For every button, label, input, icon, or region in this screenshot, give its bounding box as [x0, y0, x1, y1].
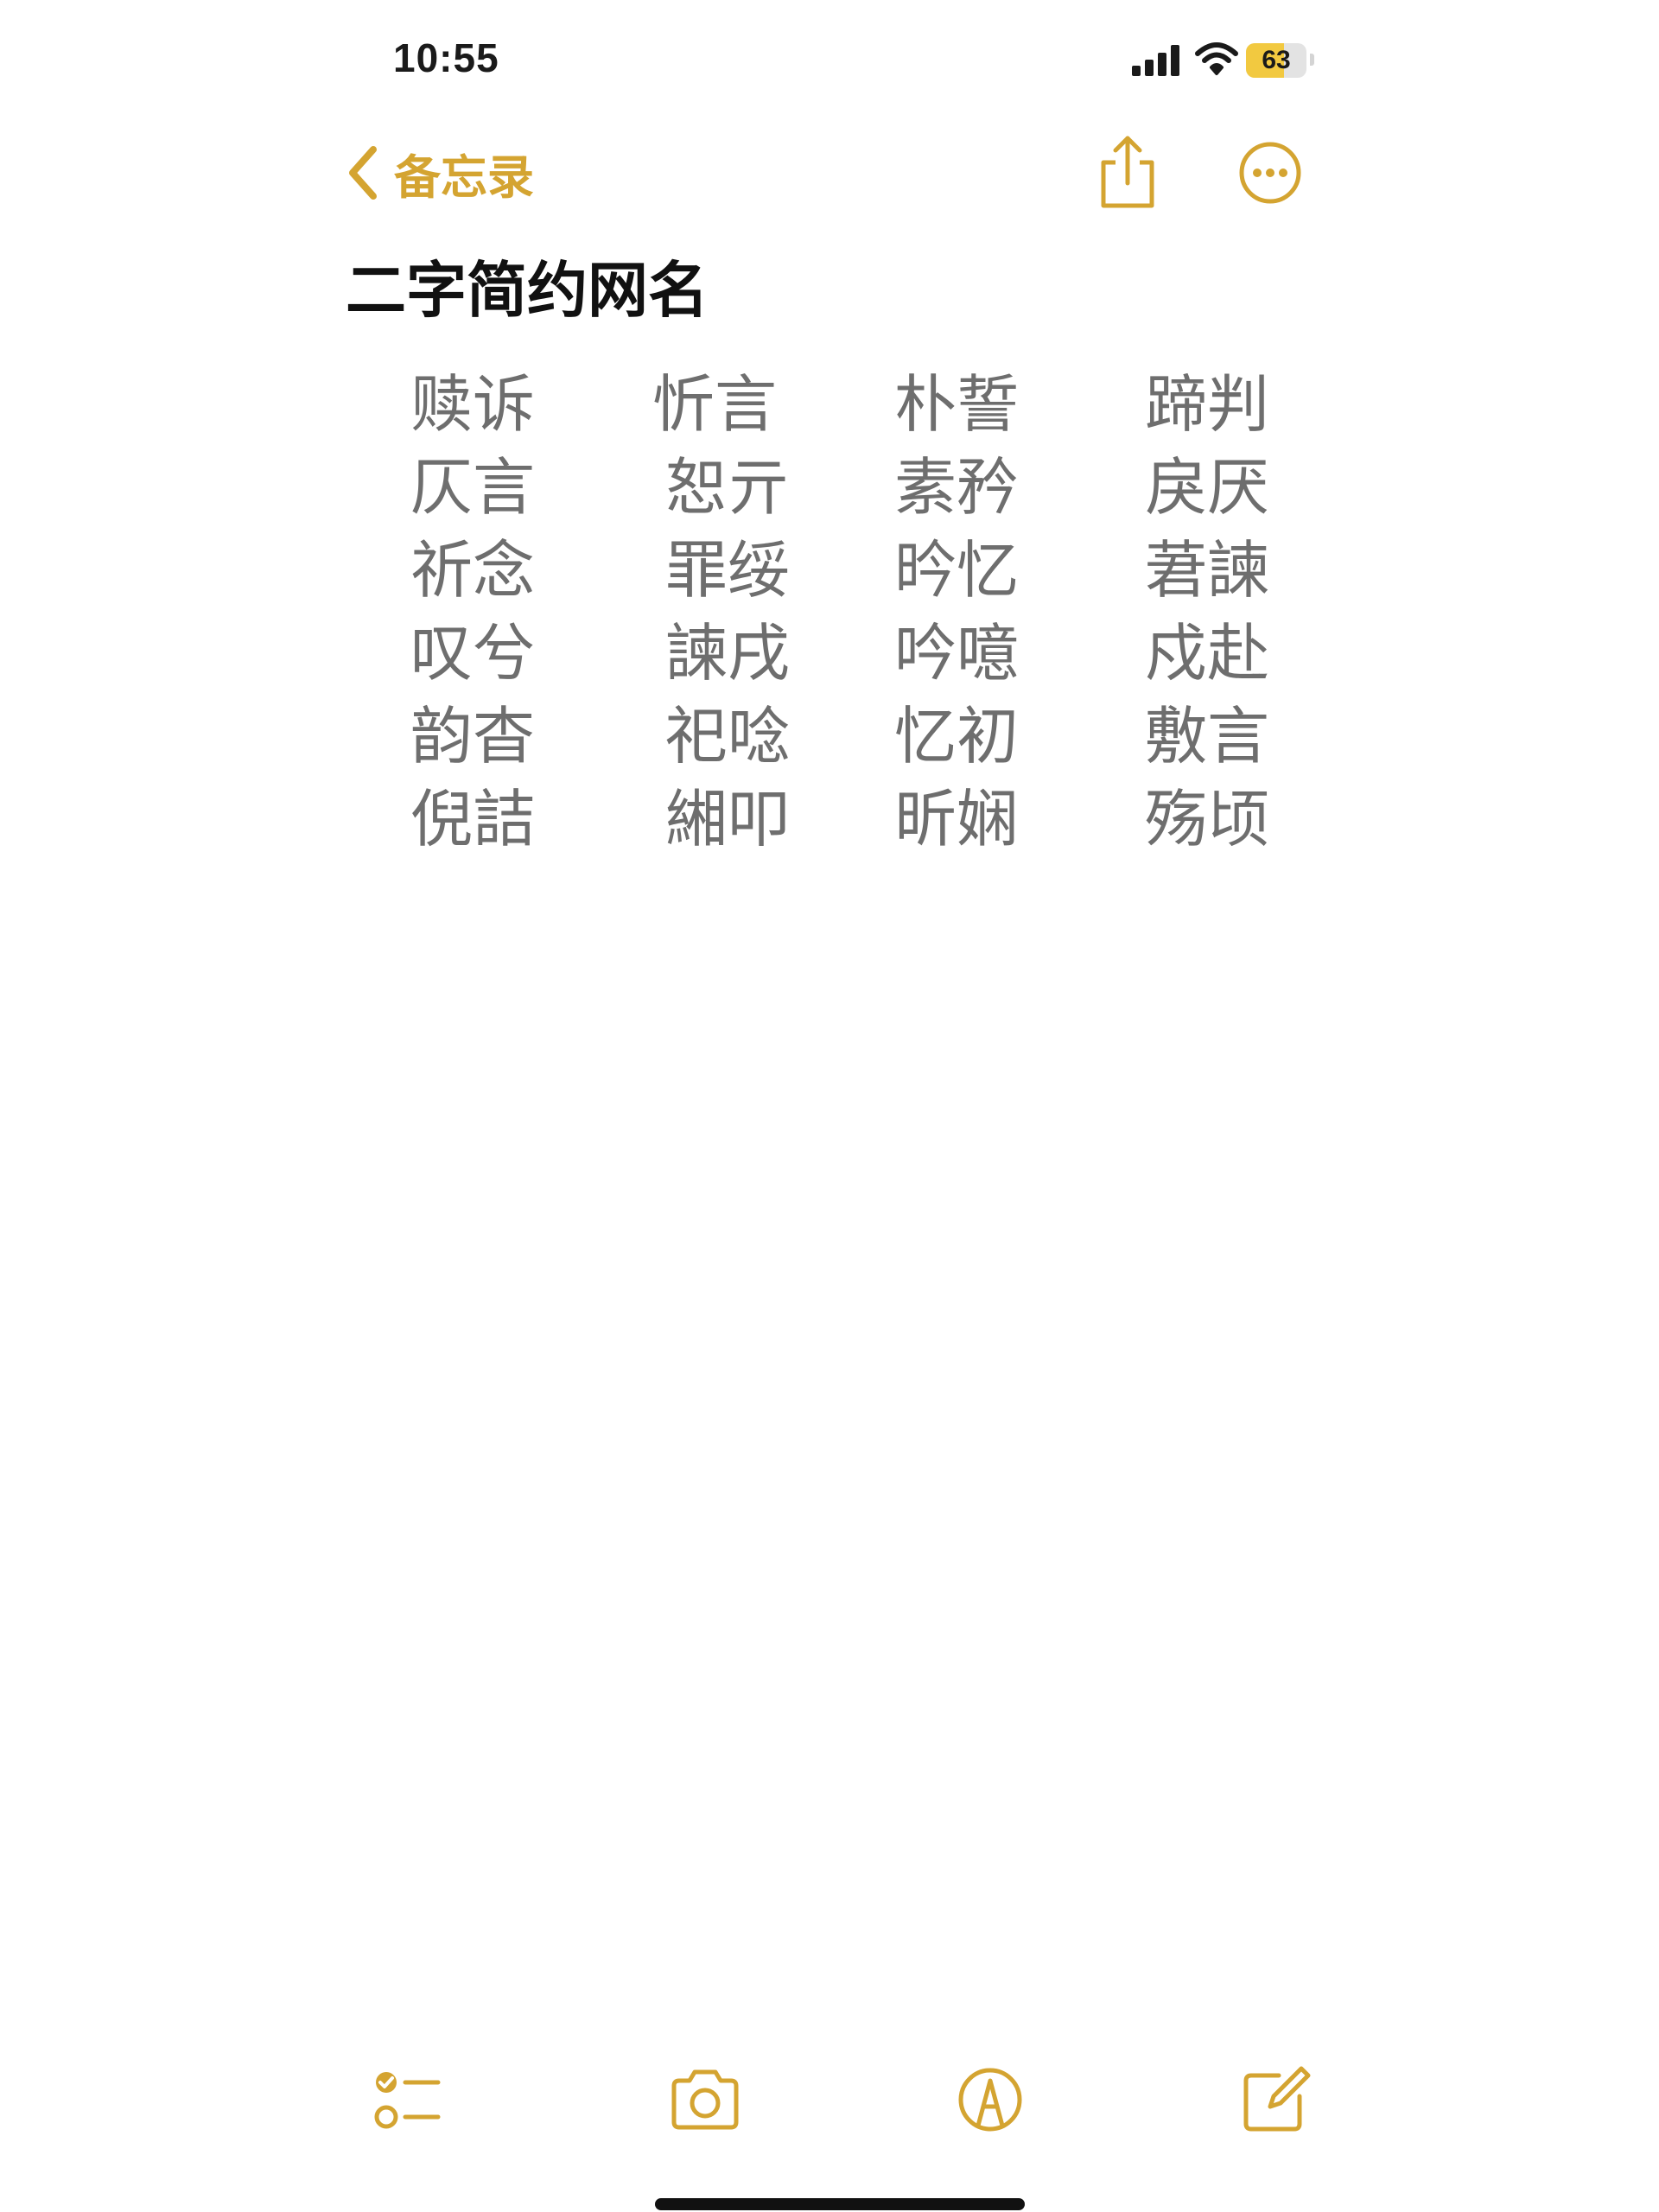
chevron-left-icon	[349, 146, 377, 200]
name-row: 赎诉 忻言 朴誓 蹄判	[406, 363, 1357, 446]
name-cell: 忻言	[652, 368, 778, 441]
home-indicator[interactable]	[655, 2198, 1025, 2210]
back-button[interactable]: 备忘录	[346, 138, 534, 207]
name-cell: 昑忆	[894, 534, 1020, 607]
name-cell: 戍赴	[1145, 617, 1270, 690]
name-cell: 蹄判	[1145, 368, 1270, 441]
name-row: 仄言 恕亓 素矜 戾厌	[406, 446, 1357, 529]
nav-bar: 备忘录	[0, 121, 1659, 233]
compose-button[interactable]	[1236, 2060, 1315, 2139]
note-title[interactable]: 二字简约网名	[346, 242, 709, 329]
name-row: 叹兮 諫戌 吟噫 戍赴	[406, 612, 1357, 695]
name-cell: 莙諫	[1145, 534, 1270, 607]
battery-tip	[1310, 54, 1314, 66]
name-cell: 罪绥	[665, 534, 791, 607]
more-icon	[1239, 142, 1301, 204]
name-cell: 赎诉	[410, 368, 536, 441]
markup-icon	[958, 2068, 1022, 2132]
camera-icon	[671, 2069, 739, 2130]
battery-level: 63	[1262, 46, 1291, 74]
share-icon	[1101, 136, 1154, 208]
share-button[interactable]	[1093, 133, 1162, 211]
more-button[interactable]	[1236, 138, 1305, 207]
battery-icon: 63	[1246, 43, 1306, 78]
name-cell: 吟噫	[894, 617, 1020, 690]
name-row: 祈念 罪绥 昑忆 莙諫	[406, 529, 1357, 612]
status-bar: 10:55 63	[0, 0, 1659, 121]
name-cell: 仄言	[410, 451, 536, 524]
checklist-button[interactable]	[367, 2060, 447, 2139]
name-cell: 倪詰	[410, 783, 536, 855]
name-row: 倪詰 緗叩 昕娴 殇顷	[406, 778, 1357, 861]
name-cell: 殇顷	[1145, 783, 1270, 855]
signal-icon	[1132, 45, 1179, 76]
markup-button[interactable]	[950, 2060, 1030, 2139]
name-cell: 敷言	[1145, 700, 1270, 772]
back-label: 备忘录	[394, 149, 534, 205]
name-cell: 叹兮	[410, 617, 536, 690]
bottom-toolbar	[0, 2048, 1659, 2152]
name-cell: 祈念	[410, 534, 536, 607]
status-time: 10:55	[393, 35, 499, 80]
name-cell: 戾厌	[1145, 451, 1270, 524]
camera-button[interactable]	[665, 2060, 745, 2139]
name-cell: 緗叩	[665, 783, 791, 855]
name-cell: 祀唸	[665, 700, 791, 772]
name-cell: 忆初	[894, 700, 1020, 772]
compose-icon	[1243, 2066, 1311, 2132]
name-row: 韵杳 祀唸 忆初 敷言	[406, 695, 1357, 778]
wifi-icon	[1195, 42, 1238, 75]
status-icons: 63	[1132, 41, 1322, 81]
name-cell: 素矜	[894, 451, 1020, 524]
name-cell: 朴誓	[894, 368, 1020, 441]
name-grid[interactable]: 赎诉 忻言 朴誓 蹄判 仄言 恕亓 素矜 戾厌 祈念 罪绥 昑忆 莙諫 叹兮 諫…	[406, 363, 1357, 861]
name-cell: 昕娴	[894, 783, 1020, 855]
name-cell: 諫戌	[665, 617, 791, 690]
name-cell: 恕亓	[665, 451, 791, 524]
checklist-icon	[374, 2072, 441, 2129]
name-cell: 韵杳	[410, 700, 536, 772]
